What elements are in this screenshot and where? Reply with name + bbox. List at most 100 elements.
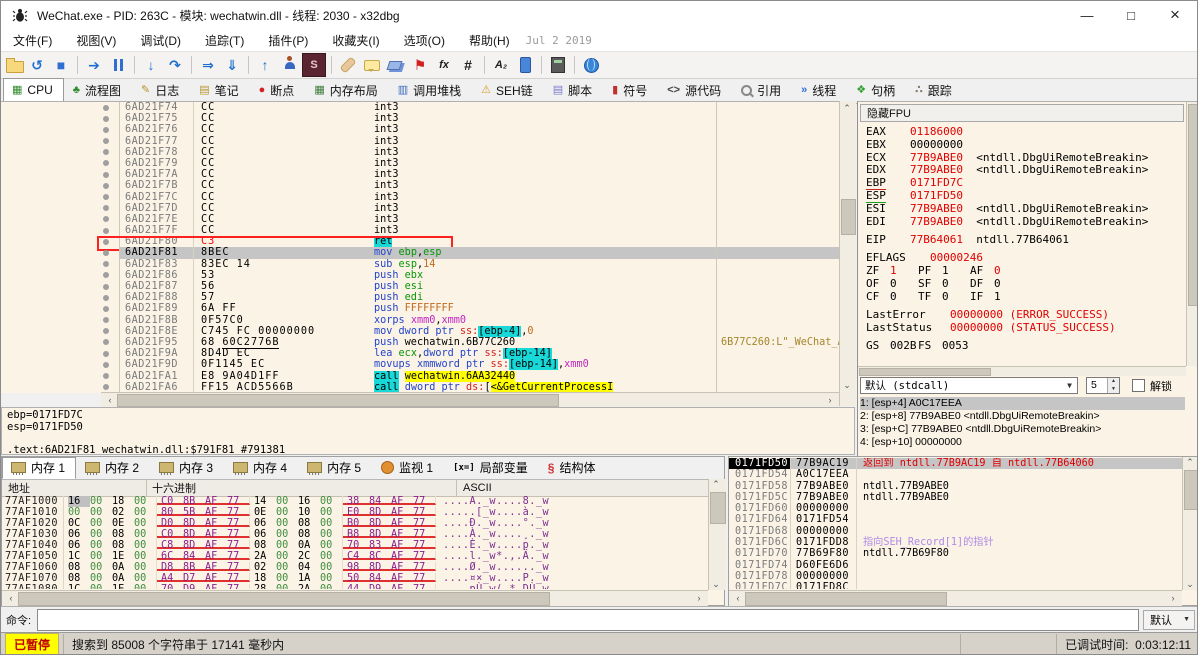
breakpoint-gutter[interactable] [1, 113, 120, 124]
dump-row[interactable]: 77AF106008000A00D88BAF7702000400988DAF77… [2, 562, 708, 573]
breakpoint-gutter[interactable] [1, 102, 120, 113]
disasm-row[interactable]: 6AD21F7ECCint3 [1, 214, 839, 225]
tab-handles[interactable]: ❖句柄 [847, 78, 906, 103]
close-button[interactable]: × [1153, 1, 1197, 29]
command-mode-select[interactable]: 默认 ▼ [1143, 610, 1195, 630]
breakpoint-gutter[interactable] [1, 259, 120, 270]
register-row[interactable]: GS002BFS0053 [866, 340, 1182, 353]
mnemonic-help-icon[interactable] [514, 54, 536, 76]
register-row[interactable]: EDI77B9ABE0 <ntdll.DbgUiRemoteBreakin> [866, 216, 1182, 229]
tab-call-stack[interactable]: ▥调用堆栈 [389, 78, 472, 103]
patches-icon[interactable] [337, 54, 359, 76]
run-icon[interactable]: ➔ [83, 54, 105, 76]
tab-log[interactable]: ✎日志 [132, 78, 190, 103]
bookmarks-icon[interactable]: ⚑ [409, 54, 431, 76]
functions-icon[interactable]: fx [433, 54, 455, 76]
tab-breakpoints[interactable]: ●断点 [250, 78, 306, 103]
call-arg-row[interactable]: 3: [esp+C] 77B9ABE0 <ntdll.DbgUiRemoteBr… [860, 423, 1185, 436]
run-to-user-code-icon[interactable] [278, 54, 300, 76]
disasm-row[interactable]: 6AD21F79CCint3 [1, 158, 839, 169]
unlock-checkbox[interactable] [1132, 379, 1145, 392]
stack-row[interactable]: 0171FD7C0171FD8C [729, 582, 1183, 589]
disasm-row[interactable]: 6AD21F78CCint3 [1, 147, 839, 158]
disasm-row[interactable]: 6AD21F74CCint3 [1, 102, 839, 113]
stack-hscrollbar[interactable]: ‹ › [729, 590, 1182, 606]
menu-item-debug[interactable]: 调试(D) [128, 30, 193, 51]
breakpoint-gutter[interactable] [1, 225, 120, 236]
disasm-row[interactable]: 6AD21F7FCCint3 [1, 225, 839, 236]
tab-cpu[interactable]: ▦CPU [3, 78, 64, 103]
call-arg-row[interactable]: 4: [esp+10] 00000000 [860, 436, 1185, 449]
menu-item-file[interactable]: 文件(F) [1, 30, 64, 51]
tab-graph[interactable]: ♣流程图 [64, 78, 132, 103]
breakpoint-gutter[interactable] [1, 303, 120, 314]
disasm-row[interactable]: 6AD21F7CCCint3 [1, 192, 839, 203]
disasm-row[interactable]: 6AD21F75CCint3 [1, 113, 839, 124]
stack-row[interactable]: 0171FD6800000000 [729, 526, 1183, 537]
breakpoint-gutter[interactable] [1, 214, 120, 225]
menu-item-favourites[interactable]: 收藏夹(I) [320, 30, 391, 51]
pause-icon[interactable] [107, 54, 129, 76]
registers-vscrollbar[interactable] [1186, 102, 1198, 366]
arg-count-stepper[interactable]: 5 ▲▼ [1086, 377, 1120, 394]
tab-references[interactable]: 引用 [732, 78, 792, 103]
disasm-row[interactable]: 6AD21F77CCint3 [1, 136, 839, 147]
text-az-icon[interactable]: A₂ [490, 54, 512, 76]
dump-hscrollbar[interactable]: ‹ › [2, 590, 708, 606]
dump-row[interactable]: 77AF10801C001E0070D9AF7728002A0044D9AF77… [2, 584, 708, 589]
register-row[interactable]: CF0TF0IF1 [866, 291, 1182, 304]
stack-row[interactable]: 0171FD5877B9ABE0ntdll.77B9ABE0 [729, 481, 1183, 492]
disassembly-hscrollbar[interactable]: ‹ › [101, 392, 839, 407]
disasm-row[interactable]: 6AD21F8EC745 FC 00000000mov dword ptr ss… [1, 326, 839, 337]
run-to-cursor-icon[interactable]: ⇒ [197, 54, 219, 76]
tab-dump-2[interactable]: 内存 2 [76, 457, 150, 479]
maximize-button[interactable]: □ [1109, 1, 1153, 29]
disasm-row[interactable]: 6AD21F7BCCint3 [1, 180, 839, 191]
disasm-row[interactable]: 6AD21F80C3ret [1, 236, 839, 247]
restart-icon[interactable]: ↺ [26, 54, 48, 76]
step-into-icon[interactable]: ↓ [140, 54, 162, 76]
hide-fpu-button[interactable]: 隐藏FPU [860, 104, 1184, 122]
disasm-row[interactable]: 6AD21F7DCCint3 [1, 203, 839, 214]
disasm-row[interactable]: 6AD21F8857push edi [1, 292, 839, 303]
breakpoint-gutter[interactable] [1, 292, 120, 303]
breakpoint-gutter[interactable] [1, 371, 120, 382]
disasm-row[interactable]: 6AD21F9568 60C2776Bpush wechatwin.6B77C2… [1, 337, 839, 348]
tab-dump-4[interactable]: 内存 4 [224, 457, 298, 479]
breakpoint-gutter[interactable] [1, 348, 120, 359]
tab-threads[interactable]: »线程 [792, 78, 847, 103]
register-row[interactable]: LastStatus00000000 (STATUS_SUCCESS) [866, 322, 1182, 335]
tab-script[interactable]: ▤脚本 [544, 78, 603, 103]
disassembly-vscrollbar[interactable]: ⌃ ⌄ [839, 101, 856, 406]
breakpoint-gutter[interactable] [1, 326, 120, 337]
register-row[interactable]: ZF1PF1AF0 [866, 265, 1182, 278]
breakpoint-gutter[interactable] [1, 192, 120, 203]
breakpoint-gutter[interactable] [1, 124, 120, 135]
ordinals-icon[interactable]: # [457, 54, 479, 76]
tab-symbols[interactable]: ▮符号 [603, 78, 658, 103]
register-row[interactable]: EFLAGS00000246 [866, 252, 1182, 265]
stack-row[interactable]: 0171FD74D60FE6D6 [729, 560, 1183, 571]
call-arg-row[interactable]: 1: [esp+4] A0C17EEA [860, 397, 1185, 410]
breakpoint-gutter[interactable] [1, 158, 120, 169]
tab-dump-5[interactable]: 内存 5 [298, 457, 372, 479]
dump-row[interactable]: 77AF10501C001E006C84AF772A002C00C48CAF77… [2, 551, 708, 562]
tab-watch-1[interactable]: 监视 1 [372, 457, 444, 479]
breakpoint-gutter[interactable] [1, 337, 120, 348]
calculator-icon[interactable] [547, 54, 569, 76]
tab-memory-map[interactable]: ▦内存布局 [305, 78, 388, 103]
menu-item-help[interactable]: 帮助(H) [457, 30, 522, 51]
tab-dump-3[interactable]: 内存 3 [150, 457, 224, 479]
labels-icon[interactable] [385, 54, 407, 76]
stack-vscrollbar[interactable]: ⌃ ⌄ [1182, 457, 1198, 590]
disasm-row[interactable]: 6AD21F896A FFpush FFFFFFFF [1, 303, 839, 314]
internet-icon[interactable] [580, 54, 602, 76]
scylla-icon[interactable] [302, 53, 326, 77]
dump-row[interactable]: 77AF100016001800C08BAF77140016003884AF77… [2, 496, 708, 507]
breakpoint-gutter[interactable] [1, 180, 120, 191]
menu-item-trace[interactable]: 追踪(T) [193, 30, 256, 51]
dump-row[interactable]: 77AF103006000800C08DAF7706000800B88DAF77… [2, 529, 708, 540]
menu-item-plugins[interactable]: 插件(P) [256, 30, 320, 51]
breakpoint-gutter[interactable] [1, 270, 120, 281]
register-row[interactable]: OF0SF0DF0 [866, 278, 1182, 291]
